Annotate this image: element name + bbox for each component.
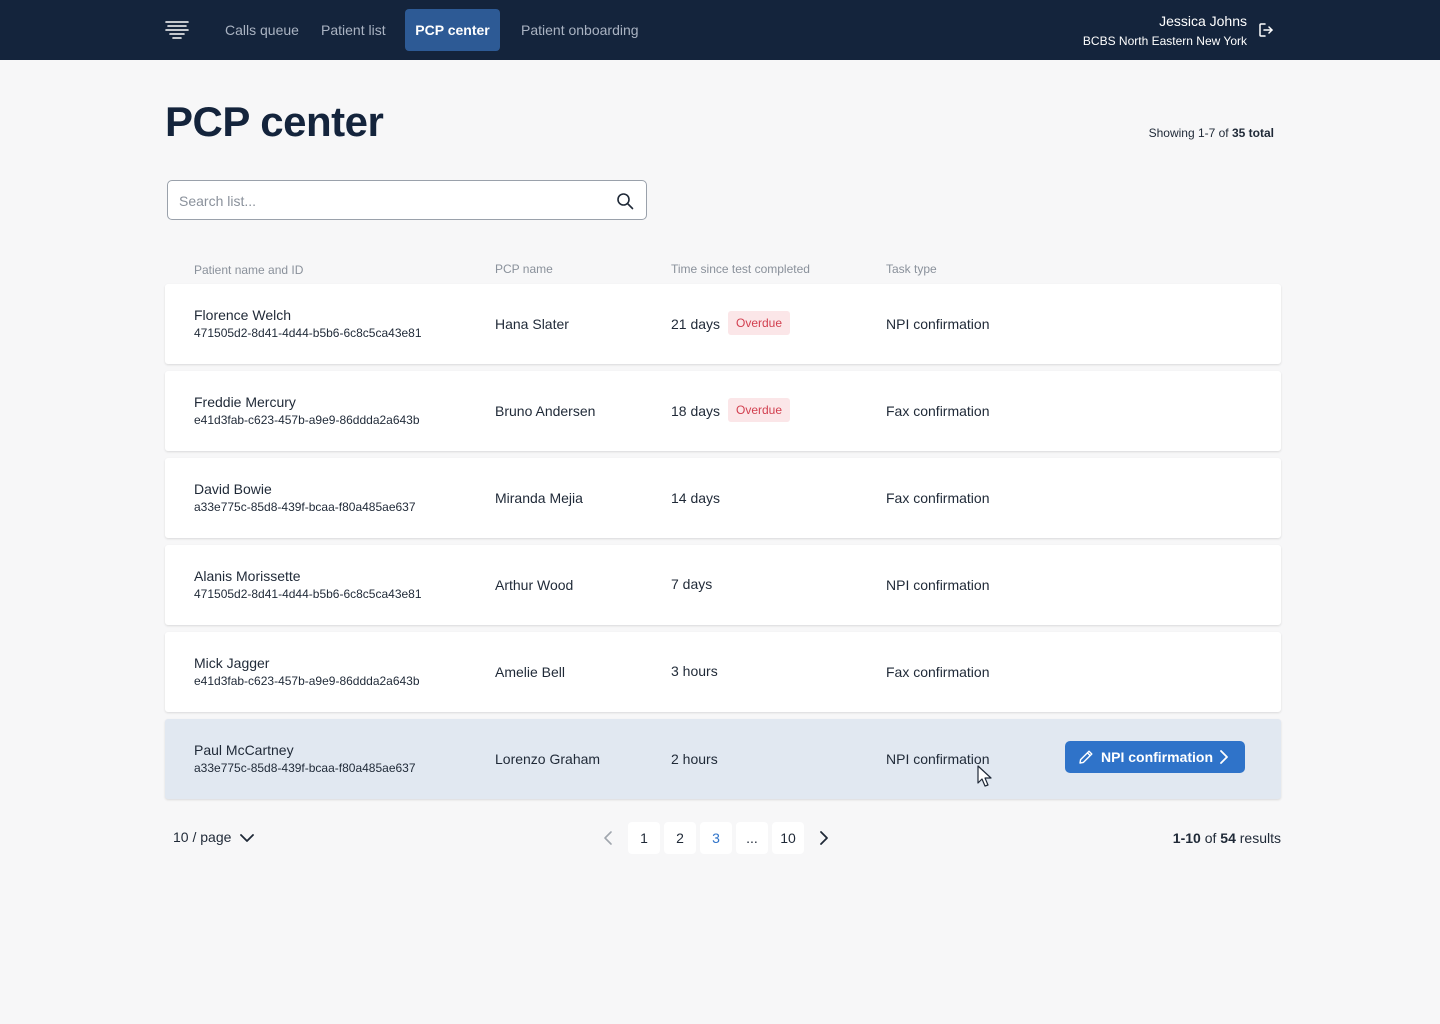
patient-id: 471505d2-8d41-4d44-b5b6-6c8c5ca43e81 [194,326,422,340]
mouse-cursor-icon [977,765,992,787]
task-type: NPI confirmation [886,577,990,593]
search-icon[interactable] [616,192,634,210]
patient-name: Freddie Mercury [194,394,296,410]
user-info: Jessica Johns BCBS North Eastern New Yor… [1083,12,1247,50]
column-header-patient[interactable]: Patient name and ID [194,263,303,277]
chevron-right-icon[interactable] [817,830,831,846]
results-of: of [1200,830,1221,846]
patient-id: e41d3fab-c623-457b-a9e9-86ddda2a643b [194,413,420,427]
pcp-name: Lorenzo Graham [495,751,601,767]
table-row[interactable]: Freddie Mercury e41d3fab-c623-457b-a9e9-… [165,371,1281,451]
page-button-1[interactable]: 1 [628,822,660,854]
chevron-right-icon [1220,750,1228,764]
pcp-name: Arthur Wood [495,577,574,593]
overdue-badge: Overdue [728,398,791,422]
action-label: NPI confirmation [1101,749,1214,765]
patient-id: 471505d2-8d41-4d44-b5b6-6c8c5ca43e81 [194,587,422,601]
nav-pcp-center[interactable]: PCP center [405,9,500,51]
column-header-pcp[interactable]: PCP name [495,262,553,276]
showing-total: 35 total [1231,126,1274,140]
pcp-name: Miranda Mejia [495,490,583,506]
column-header-time[interactable]: Time since test completed [671,262,810,276]
time-since-test: 3 hours [671,663,718,679]
column-header-task[interactable]: Task type [886,262,937,276]
results-range: 1-10 [1172,830,1201,846]
time-since-test: 2 hours [671,751,718,767]
table-row[interactable]: Alanis Morissette 471505d2-8d41-4d44-b5b… [165,545,1281,625]
table-row[interactable]: David Bowie a33e775c-85d8-439f-bcaa-f80a… [165,458,1281,538]
showing-prefix: Showing 1-7 of [1148,126,1232,140]
pcp-name: Bruno Andersen [495,403,596,419]
patient-id: e41d3fab-c623-457b-a9e9-86ddda2a643b [194,674,420,688]
results-summary: 1-10 of 54 results [1173,830,1281,846]
patient-id: a33e775c-85d8-439f-bcaa-f80a485ae637 [194,500,416,514]
patient-name: Alanis Morissette [194,568,301,584]
overdue-badge: Overdue [728,311,791,335]
logout-icon[interactable] [1258,22,1274,38]
patient-name: David Bowie [194,481,272,497]
task-type: NPI confirmation [886,316,990,332]
page-button-3[interactable]: 3 [700,822,732,854]
table-row[interactable]: Florence Welch 471505d2-8d41-4d44-b5b6-6… [165,284,1281,364]
page-ellipsis[interactable]: ... [736,822,768,854]
per-page-value: 10 / page [173,829,232,845]
search-box [167,180,647,220]
table-row[interactable]: Paul McCartney a33e775c-85d8-439f-bcaa-f… [165,719,1281,799]
chevron-left-icon[interactable] [601,830,615,846]
task-type: Fax confirmation [886,403,990,419]
chevron-down-icon [240,834,254,842]
results-suffix: results [1235,830,1281,846]
time-since-test: 7 days [671,576,713,592]
time-since-test: 14 days [671,490,721,506]
patient-name: Florence Welch [194,307,292,323]
user-organization: BCBS North Eastern New York [1082,34,1247,48]
page-button-2[interactable]: 2 [664,822,696,854]
page-title: PCP center [165,98,384,145]
patient-name: Mick Jagger [194,655,270,671]
patient-name: Paul McCartney [194,742,294,758]
top-navigation: Calls queue Patient list PCP center Pati… [0,0,1440,60]
user-name: Jessica Johns [1159,13,1247,29]
task-type: Fax confirmation [886,664,990,680]
nav-calls-queue[interactable]: Calls queue [212,9,312,51]
table-row[interactable]: Mick Jagger e41d3fab-c623-457b-a9e9-86dd… [165,632,1281,712]
time-since-test: 18 days [671,403,721,419]
time-since-test: 21 days [671,316,721,332]
per-page-select[interactable]: 10 / page [173,829,254,845]
page-button-10[interactable]: 10 [772,822,804,854]
nav-patient-list[interactable]: Patient list [308,9,399,51]
dna-logo-icon[interactable] [165,20,189,40]
nav-patient-onboarding[interactable]: Patient onboarding [508,9,652,51]
pcp-name: Amelie Bell [495,664,566,680]
search-input[interactable] [179,190,599,212]
showing-count: Showing 1-7 of 35 total [1149,126,1274,140]
results-total: 54 [1220,830,1236,846]
npi-confirmation-button[interactable]: NPI confirmation [1065,741,1245,773]
task-type: NPI confirmation [886,751,990,767]
pcp-name: Hana Slater [495,316,569,332]
task-type: Fax confirmation [886,490,990,506]
pencil-icon [1079,750,1093,764]
patient-id: a33e775c-85d8-439f-bcaa-f80a485ae637 [194,761,416,775]
